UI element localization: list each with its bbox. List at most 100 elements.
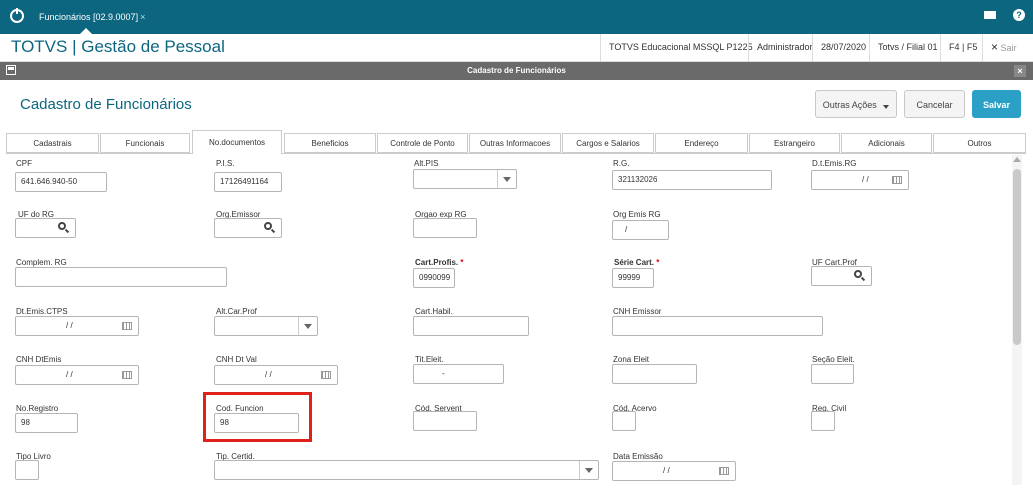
- tab-outras-informacoes[interactable]: Outras Informacoes: [469, 133, 561, 153]
- chevron-down-icon[interactable]: [579, 461, 598, 479]
- app-header: TOTVS | Gestão de Pessoal TOTVS Educacio…: [0, 34, 1033, 62]
- tab-funcionais[interactable]: Funcionais: [100, 133, 190, 153]
- tab-cargos-e-salarios[interactable]: Cargos e Salarios: [562, 133, 654, 153]
- reg-civil-field[interactable]: [811, 411, 835, 431]
- form-title: Cadastro de Funcionários: [20, 96, 192, 113]
- dt-emis-ctps-field[interactable]: / /: [15, 316, 139, 336]
- window-title-bar: Cadastro de Funcionários ×: [0, 62, 1033, 80]
- tab-divider: [6, 153, 1026, 154]
- cod-servent-field[interactable]: [413, 411, 477, 431]
- cnh-emissor-label: CNH Emissor: [613, 307, 662, 316]
- tab-estrangeiro[interactable]: Estrangeiro: [749, 133, 840, 153]
- cart-habil-field[interactable]: [413, 316, 529, 336]
- cancel-button[interactable]: Cancelar: [904, 90, 965, 118]
- user-info[interactable]: Administrador: [748, 34, 821, 61]
- close-icon: ×: [991, 40, 999, 54]
- calendar-icon[interactable]: [321, 371, 331, 379]
- dt-emis-rg-label: D.t.Emis.RG: [812, 159, 857, 168]
- tit-eleit-field[interactable]: -: [413, 364, 504, 384]
- top-navigation-bar: Funcionários [02.9.0007] × ?: [0, 0, 1033, 34]
- cpf-field[interactable]: 641.646.940-50: [15, 172, 107, 192]
- uf-cart-prof-field[interactable]: [811, 266, 872, 286]
- pis-field[interactable]: 17126491164: [214, 172, 282, 192]
- save-button[interactable]: Salvar: [972, 90, 1021, 118]
- exit-button[interactable]: × Sair: [982, 34, 1025, 61]
- alt-pis-select[interactable]: [413, 169, 517, 189]
- branch-info[interactable]: Totvs / Filial 01: [869, 34, 946, 61]
- org-emis-rg-field[interactable]: /: [612, 220, 669, 240]
- help-icon[interactable]: ?: [1013, 9, 1025, 21]
- orgao-exp-rg-field[interactable]: [413, 218, 477, 238]
- calendar-icon[interactable]: [122, 371, 132, 379]
- alt-car-prof-select[interactable]: [214, 316, 318, 336]
- no-registro-label: No.Registro: [16, 404, 59, 413]
- no-registro-field[interactable]: 98: [15, 413, 78, 433]
- chevron-down-icon[interactable]: [497, 170, 516, 188]
- zona-eleit-field[interactable]: [612, 364, 697, 384]
- data-emissao-field[interactable]: / /: [612, 461, 736, 481]
- pis-label: P.I.S.: [216, 159, 235, 168]
- totvs-logo-icon[interactable]: [10, 8, 24, 23]
- cart-profis-field[interactable]: 0990099: [413, 268, 455, 288]
- window-close-icon[interactable]: ×: [1014, 65, 1026, 77]
- cnh-dtemis-label: CNH DtEmis: [16, 355, 62, 364]
- tab-endereco[interactable]: Endereço: [655, 133, 748, 153]
- dt-emis-rg-field[interactable]: / /: [811, 170, 909, 190]
- tab-controle-de-ponto[interactable]: Controle de Ponto: [377, 133, 468, 153]
- tab-label: Funcionários [02.9.0007]: [39, 12, 139, 22]
- window-icon: [6, 65, 16, 75]
- org-emissor-field[interactable]: [214, 218, 282, 238]
- tab-cadastrais[interactable]: Cadastrais: [6, 133, 99, 153]
- rg-label: R.G.: [613, 159, 630, 168]
- calendar-icon[interactable]: [122, 322, 132, 330]
- tab-outros[interactable]: Outros: [933, 133, 1026, 153]
- envelope-icon[interactable]: [984, 11, 996, 19]
- tip-certid-select[interactable]: [214, 460, 599, 480]
- tab-no-documentos[interactable]: No.documentos: [192, 130, 282, 154]
- tab-close-icon[interactable]: ×: [140, 12, 145, 22]
- tab-beneficios[interactable]: Beneficios: [284, 133, 376, 153]
- complem-rg-label: Complem. RG: [16, 258, 67, 267]
- search-icon[interactable]: [264, 222, 272, 230]
- serie-cart-field[interactable]: 99999: [612, 268, 654, 288]
- vertical-scrollbar[interactable]: [1012, 155, 1022, 485]
- app-title: TOTVS | Gestão de Pessoal: [11, 37, 225, 56]
- cnh-dt-val-field[interactable]: / /: [214, 365, 338, 385]
- tab-adicionais[interactable]: Adicionais: [841, 133, 932, 153]
- data-emissao-label: Data Emissão: [613, 452, 663, 461]
- window-title: Cadastro de Funcionários: [467, 66, 566, 75]
- dt-emis-ctps-label: Dt.Emis.CTPS: [16, 307, 68, 316]
- shortcut-info[interactable]: F4 | F5: [940, 34, 985, 61]
- scroll-up-icon[interactable]: [1013, 157, 1021, 162]
- rg-field[interactable]: 321132026: [612, 170, 772, 190]
- complem-rg-field[interactable]: [15, 267, 227, 287]
- zona-eleit-label: Zona Eleit: [613, 355, 650, 364]
- search-icon[interactable]: [854, 270, 862, 278]
- calendar-icon[interactable]: [892, 176, 902, 184]
- secao-eleit-field[interactable]: [811, 364, 854, 384]
- chevron-down-icon[interactable]: [298, 317, 317, 335]
- cart-profis-label: Cart.Profis. *: [415, 258, 464, 267]
- tit-eleit-label: Tit.Eleit.: [415, 355, 444, 364]
- tipo-livro-field[interactable]: [15, 460, 39, 480]
- cnh-dt-val-value: / /: [265, 370, 272, 379]
- search-icon[interactable]: [58, 222, 66, 230]
- cnh-emissor-field[interactable]: [612, 316, 823, 336]
- tab-funcionarios[interactable]: Funcionários [02.9.0007] ×: [33, 0, 151, 34]
- alt-car-prof-label: Alt.Car.Prof: [216, 307, 257, 316]
- dt-emis-rg-value: / /: [862, 175, 869, 184]
- calendar-icon[interactable]: [719, 467, 729, 475]
- alt-pis-label: Alt.PIS: [414, 159, 439, 168]
- exit-label: Sair: [1000, 43, 1017, 53]
- highlight-box: [203, 392, 312, 442]
- cod-acervo-field[interactable]: [612, 411, 636, 431]
- serie-cart-label: Série Cart. *: [614, 258, 660, 267]
- cnh-dt-val-label: CNH Dt Val: [216, 355, 257, 364]
- other-actions-button[interactable]: Outras Ações: [815, 90, 897, 118]
- cnh-dtemis-field[interactable]: / /: [15, 365, 139, 385]
- data-emissao-value: / /: [663, 466, 670, 475]
- uf-rg-field[interactable]: [15, 218, 76, 238]
- environment-info[interactable]: TOTVS Educacional MSSQL P1225: [600, 34, 761, 61]
- scrollbar-thumb[interactable]: [1013, 169, 1021, 345]
- date-info[interactable]: 28/07/2020: [812, 34, 874, 61]
